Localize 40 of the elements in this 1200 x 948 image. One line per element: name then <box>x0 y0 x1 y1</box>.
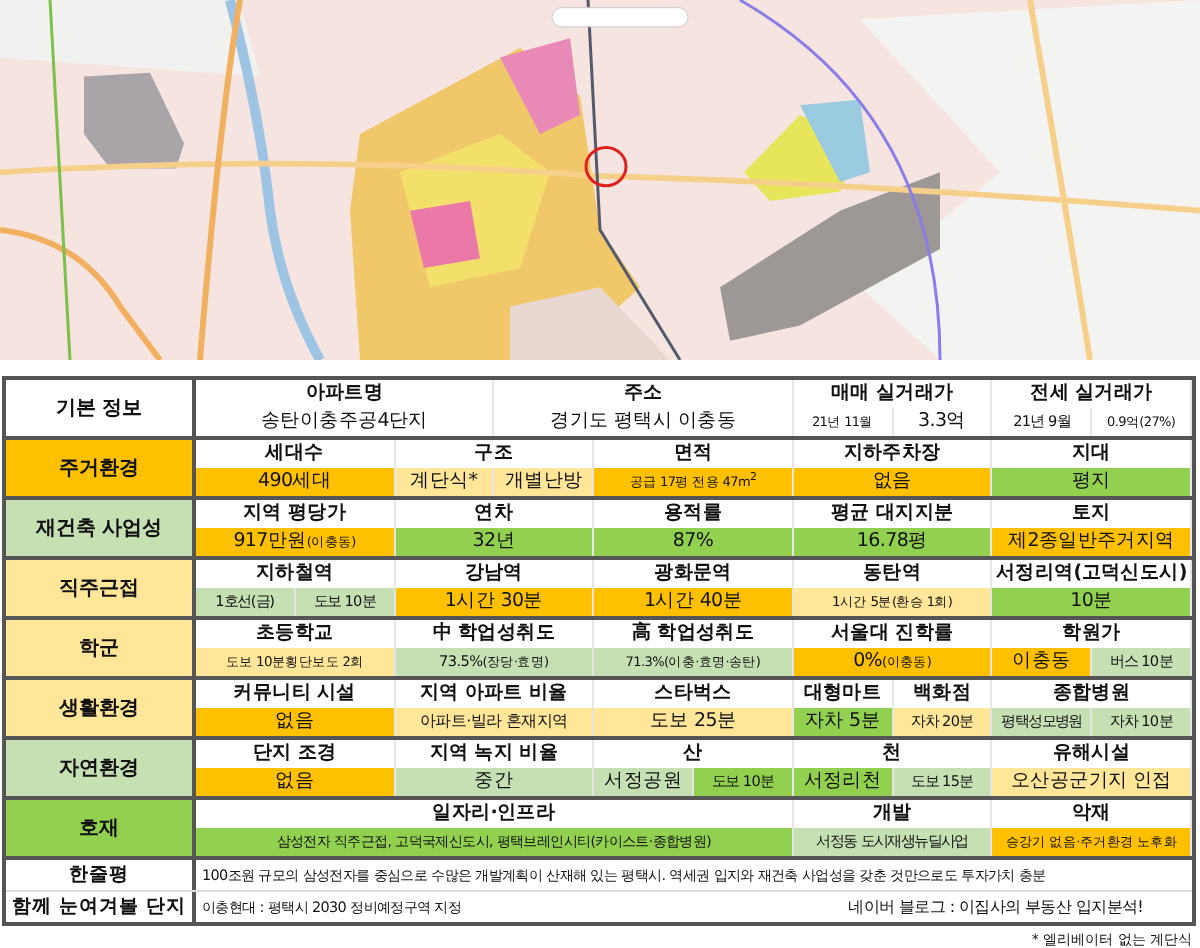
table-cell: 없음 <box>196 768 396 796</box>
row-label: 학군 <box>6 620 196 676</box>
table-cell: 1시간 30분 <box>395 588 595 616</box>
table-cell: 중간 <box>395 768 595 796</box>
table-cell: 도보 25분 <box>594 708 794 736</box>
column-header: 백화점 <box>893 680 993 708</box>
row-label: 주거환경 <box>6 440 196 496</box>
table-cell: 87% <box>594 528 794 556</box>
table-cell: 32년 <box>395 528 595 556</box>
row-label: 자연환경 <box>6 740 196 796</box>
row-label: 재건축 사업성 <box>6 500 196 556</box>
row-label: 함께 눈여겨볼 단지 <box>6 892 196 922</box>
row-label: 생활환경 <box>6 680 196 736</box>
table-cell: 자차 5분 <box>793 708 894 736</box>
table-cell: 10분 <box>992 588 1192 616</box>
blog-text: 네이버 블로그 : 이집사의 부동산 입지분석! <box>846 896 1146 920</box>
table-cell: 서정리천 <box>793 768 894 796</box>
table-cell: 계단식* <box>395 468 495 496</box>
table-cell: 3.3억 <box>893 408 993 436</box>
table-cell: 오산공군기지 인접 <box>992 768 1192 796</box>
table-cell: 이충동 <box>992 648 1093 676</box>
column-header: 강남역 <box>395 560 595 588</box>
row-label: 호재 <box>6 800 196 856</box>
table-cell: 없음 <box>196 708 396 736</box>
table-cell: 1시간 40분 <box>594 588 794 616</box>
table-cell: 개별난방 <box>494 468 595 496</box>
column-header: 연차 <box>395 500 595 528</box>
column-header: 구조 <box>395 440 595 468</box>
row-label: 한줄평 <box>6 860 196 890</box>
table-cell: 서정공원 <box>594 768 694 796</box>
column-header: 서정리역(고덕신도시) <box>992 560 1192 588</box>
table-cell: 평지 <box>992 468 1192 496</box>
column-header: 中 학업성취도 <box>395 620 595 648</box>
table-cell: 제2종일반주거지역 <box>992 528 1192 556</box>
table-cell: 490세대 <box>196 468 396 496</box>
column-header: 지역 녹지 비율 <box>395 740 595 768</box>
table-cell: 없음 <box>793 468 993 496</box>
table-cell: 16.78평 <box>793 528 993 556</box>
column-header: 지역 아파트 비율 <box>395 680 595 708</box>
row-label: 직주근접 <box>6 560 196 616</box>
